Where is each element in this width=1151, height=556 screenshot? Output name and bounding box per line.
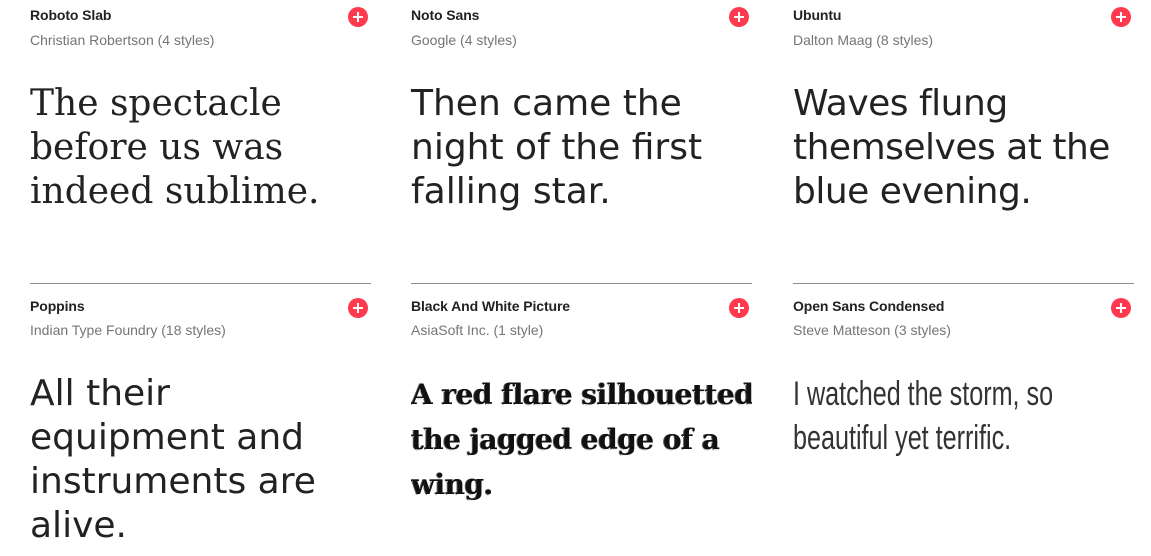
font-card-noto-sans[interactable]: Noto Sans Google (4 styles) Then came th…	[411, 0, 752, 284]
font-designer: Google (4 styles)	[411, 32, 517, 48]
add-font-button[interactable]	[1111, 7, 1131, 27]
font-card-roboto-slab[interactable]: Roboto Slab Christian Robertson (4 style…	[30, 0, 371, 284]
font-family-name[interactable]: Roboto Slab	[30, 7, 111, 23]
font-card-black-and-white-picture[interactable]: Black And White Picture AsiaSoft Inc. (1…	[411, 290, 752, 556]
add-font-button[interactable]	[348, 298, 368, 318]
font-sample-text: The spectacle before us was indeed subli…	[30, 83, 320, 212]
font-card-open-sans-condensed[interactable]: Open Sans Condensed Steve Matteson (3 st…	[793, 290, 1134, 556]
add-font-button[interactable]	[348, 7, 368, 27]
plus-circle-icon	[1116, 12, 1126, 22]
font-designer: Dalton Maag (8 styles)	[793, 32, 934, 48]
font-family-name[interactable]: Open Sans Condensed	[793, 298, 944, 314]
plus-circle-icon	[353, 12, 363, 22]
font-sample-text: A red flare silhouetted the jagged edge …	[411, 378, 752, 501]
font-family-name[interactable]: Noto Sans	[411, 7, 479, 23]
font-sample-text: Then came the night of the first falling…	[411, 83, 703, 212]
add-font-button[interactable]	[729, 7, 749, 27]
plus-circle-icon	[1116, 303, 1126, 313]
plus-circle-icon	[734, 303, 744, 313]
plus-circle-icon	[353, 303, 363, 313]
font-sample-text: All their equipment and instruments are …	[30, 373, 316, 546]
add-font-button[interactable]	[729, 298, 749, 318]
font-sample-text: I watched the storm, so beautiful yet te…	[793, 375, 1054, 457]
font-card-poppins[interactable]: Poppins Indian Type Foundry (18 styles) …	[30, 290, 371, 556]
add-font-button[interactable]	[1111, 298, 1131, 318]
plus-circle-icon	[734, 12, 744, 22]
font-family-name[interactable]: Black And White Picture	[411, 298, 570, 314]
font-designer: Christian Robertson (4 styles)	[30, 32, 215, 48]
font-sample-text: Waves flung themselves at the blue eveni…	[793, 83, 1110, 212]
font-designer: Indian Type Foundry (18 styles)	[30, 322, 226, 338]
font-family-name[interactable]: Poppins	[30, 298, 85, 314]
font-card-ubuntu[interactable]: Ubuntu Dalton Maag (8 styles) Waves flun…	[793, 0, 1134, 284]
font-family-name[interactable]: Ubuntu	[793, 7, 841, 23]
font-card-grid: Roboto Slab Christian Robertson (4 style…	[0, 0, 1151, 556]
font-designer: Steve Matteson (3 styles)	[793, 322, 951, 338]
font-designer: AsiaSoft Inc. (1 style)	[411, 322, 544, 338]
